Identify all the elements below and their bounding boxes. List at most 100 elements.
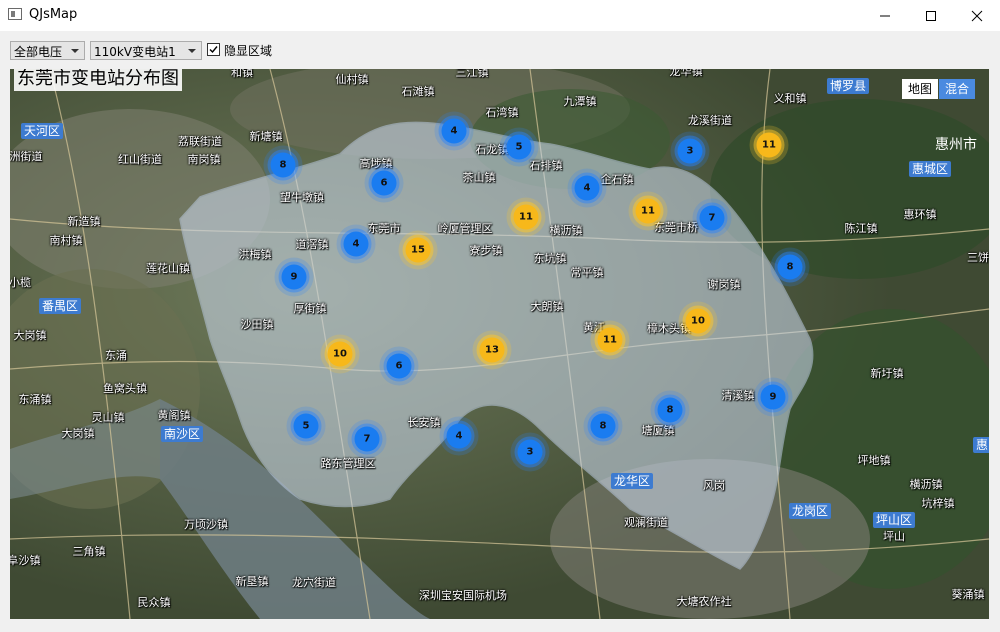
substation-cluster-marker[interactable]: 6: [371, 170, 397, 196]
place-label: 洲街道: [10, 150, 43, 163]
place-label: 三角镇: [72, 545, 106, 558]
place-label: 新垦镇: [235, 575, 269, 588]
place-label: 东莞市桥: [654, 221, 698, 234]
place-label: 万顷沙镇: [184, 518, 228, 531]
minimize-button[interactable]: [862, 0, 908, 31]
place-label: 陈江镇: [844, 222, 878, 235]
place-label: 莲花山镇: [146, 262, 190, 275]
maximize-button[interactable]: [908, 0, 954, 31]
substation-cluster-marker[interactable]: 7: [354, 426, 380, 452]
window-title: QJsMap: [29, 7, 78, 22]
place-label: 东涌镇: [18, 393, 52, 406]
place-label: 三饼: [967, 251, 989, 264]
substation-cluster-marker[interactable]: 8: [270, 152, 296, 178]
substation-cluster-marker[interactable]: 4: [446, 423, 472, 449]
substation-cluster-marker[interactable]: 8: [657, 397, 683, 423]
minimize-icon: [880, 15, 890, 16]
district-label: 番禺区: [38, 298, 82, 314]
substation-cluster-marker[interactable]: 11: [635, 198, 661, 224]
region-checkbox-label[interactable]: 隐显区域: [224, 42, 272, 59]
place-label: 道滘镇: [295, 238, 329, 251]
place-label: 阜沙镇: [10, 554, 41, 567]
voltage-combo-value: 全部电压: [14, 45, 63, 59]
map-type-hybrid-button[interactable]: 混合: [939, 79, 976, 99]
place-label: 石湾镇: [485, 106, 519, 119]
place-label: 龙穴街道: [292, 576, 336, 589]
window-bottom-edge: [0, 619, 1000, 632]
substation-cluster-marker[interactable]: 4: [343, 231, 369, 257]
chevron-down-icon: [188, 49, 196, 53]
place-label: 新圩镇: [870, 367, 904, 380]
place-label: 厚街镇: [293, 302, 327, 315]
map-type-normal-button[interactable]: 地图: [902, 79, 939, 99]
place-label: 红山街道: [118, 153, 162, 166]
place-label: 大朗镇: [530, 300, 564, 313]
place-label: 清溪镇: [721, 389, 755, 402]
substation-cluster-marker[interactable]: 4: [574, 175, 600, 201]
district-label: 惠: [972, 437, 989, 453]
place-label: 葵涌镇: [951, 588, 985, 601]
substation-cluster-marker[interactable]: 15: [405, 237, 431, 263]
place-label: 企石镇: [600, 173, 634, 186]
place-label: 黄阁镇: [157, 409, 191, 422]
place-label: 石龙镇: [475, 143, 509, 156]
place-label: 龙华镇: [669, 69, 703, 78]
map-view[interactable]: 东莞市变电站分布图 地图 混合 博罗县 天河区 惠州市 惠城区 番禺区 南沙区 …: [10, 69, 989, 619]
substation-cluster-marker[interactable]: 3: [517, 439, 543, 465]
station-combo[interactable]: 110kV变电站1: [90, 41, 202, 60]
substation-cluster-marker[interactable]: 11: [756, 132, 782, 158]
maximize-icon: [926, 10, 936, 21]
substation-cluster-marker[interactable]: 9: [281, 264, 307, 290]
place-label: 塘厦镇: [641, 424, 675, 437]
place-label: 大岗镇: [61, 427, 95, 440]
place-label: 南村镇: [49, 234, 83, 247]
map-title: 东莞市变电站分布图: [14, 69, 182, 91]
substation-cluster-marker[interactable]: 3: [677, 138, 703, 164]
place-label: 横沥镇: [909, 478, 943, 491]
place-label: 鱼窝头镇: [103, 382, 147, 395]
place-label: 茶山镇: [462, 171, 496, 184]
place-label: 观澜街道: [624, 516, 668, 529]
substation-cluster-marker[interactable]: 6: [386, 353, 412, 379]
place-label: 樟木头镇: [647, 322, 691, 335]
substation-cluster-marker[interactable]: 10: [327, 341, 353, 367]
substation-cluster-marker[interactable]: 5: [293, 413, 319, 439]
place-label: 岭厦管理区: [437, 222, 493, 235]
place-label: 坪山: [883, 530, 905, 543]
check-icon: [209, 46, 218, 54]
place-label: 望牛墩镇: [280, 191, 324, 204]
substation-cluster-marker[interactable]: 4: [441, 118, 467, 144]
chevron-down-icon: [71, 49, 79, 53]
substation-cluster-marker[interactable]: 7: [699, 205, 725, 231]
place-label: 沙田镇: [240, 318, 274, 331]
substation-cluster-marker[interactable]: 8: [777, 254, 803, 280]
district-label: 龙岗区: [788, 503, 832, 519]
place-label: 谢岗镇: [707, 278, 741, 291]
substation-cluster-marker[interactable]: 9: [760, 384, 786, 410]
place-label: 民众镇: [137, 596, 171, 609]
substation-cluster-marker[interactable]: 5: [506, 134, 532, 160]
substation-cluster-marker[interactable]: 11: [597, 327, 623, 353]
substation-cluster-marker[interactable]: 10: [685, 308, 711, 334]
district-label: 龙华区: [610, 473, 654, 489]
close-button[interactable]: [954, 0, 1000, 31]
place-label: 小榄: [10, 276, 31, 289]
place-label: 东坑镇: [533, 252, 567, 265]
place-label: 风岗: [703, 479, 725, 492]
window-titlebar: QJsMap: [0, 0, 1000, 32]
district-label: 博罗县: [826, 78, 870, 94]
place-label: 寮步镇: [469, 244, 503, 257]
substation-cluster-marker[interactable]: 8: [590, 413, 616, 439]
place-label: 横沥镇: [549, 224, 583, 237]
district-label: 惠城区: [908, 161, 952, 177]
place-label: 深圳宝安国际机场: [419, 589, 507, 602]
place-label: 路东管理区: [320, 457, 376, 470]
place-label: 常平镇: [570, 266, 604, 279]
region-checkbox[interactable]: [207, 43, 220, 56]
substation-cluster-marker[interactable]: 13: [479, 337, 505, 363]
place-label: 惠环镇: [903, 208, 937, 221]
close-icon: [971, 10, 983, 21]
substation-cluster-marker[interactable]: 11: [513, 204, 539, 230]
voltage-combo[interactable]: 全部电压: [10, 41, 85, 60]
place-label: 大塘农作社: [676, 595, 732, 608]
